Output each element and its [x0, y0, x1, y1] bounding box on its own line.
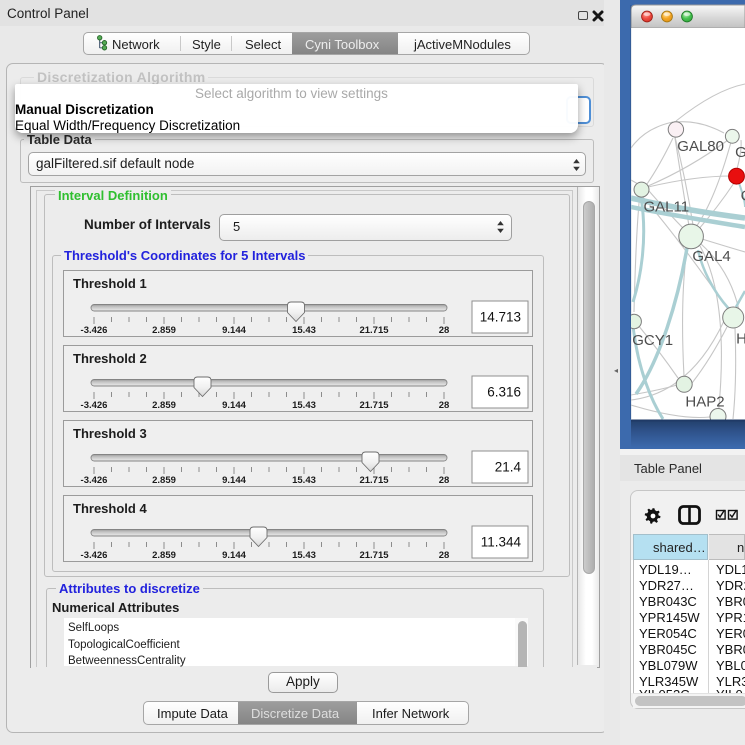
- svg-text:GAL4: GAL4: [692, 248, 730, 265]
- svg-text:C: C: [741, 188, 745, 205]
- svg-text:2.859: 2.859: [152, 475, 176, 486]
- svg-text:-3.426: -3.426: [81, 550, 108, 561]
- svg-text:15.43: 15.43: [292, 325, 316, 336]
- svg-text:-3.426: -3.426: [81, 400, 108, 411]
- svg-text:GCY1: GCY1: [632, 332, 673, 349]
- svg-text:GAL11: GAL11: [644, 199, 690, 216]
- svg-text:21.715: 21.715: [359, 325, 389, 336]
- svg-text:9.144: 9.144: [222, 400, 246, 411]
- svg-text:15.43: 15.43: [292, 550, 316, 561]
- svg-text:2.859: 2.859: [152, 400, 176, 411]
- svg-text:9.144: 9.144: [222, 475, 246, 486]
- svg-text:2.859: 2.859: [152, 550, 176, 561]
- svg-text:6.316: 6.316: [487, 385, 521, 400]
- svg-text:28: 28: [439, 400, 450, 411]
- svg-text:21.715: 21.715: [359, 475, 389, 486]
- svg-text:H: H: [736, 331, 745, 348]
- svg-text:15.43: 15.43: [292, 475, 316, 486]
- svg-text:21.715: 21.715: [359, 400, 389, 411]
- svg-text:21.4: 21.4: [495, 460, 522, 475]
- svg-text:2.859: 2.859: [152, 325, 176, 336]
- svg-text:11.344: 11.344: [481, 535, 522, 550]
- svg-text:28: 28: [439, 550, 450, 561]
- svg-text:21.715: 21.715: [359, 550, 389, 561]
- svg-text:9.144: 9.144: [222, 325, 246, 336]
- svg-text:28: 28: [439, 325, 450, 336]
- svg-text:-3.426: -3.426: [81, 475, 108, 486]
- svg-text:-3.426: -3.426: [81, 325, 108, 336]
- svg-text:14.713: 14.713: [480, 310, 521, 325]
- svg-text:GAL80: GAL80: [677, 138, 724, 155]
- svg-text:28: 28: [439, 475, 450, 486]
- svg-text:HAP2: HAP2: [685, 394, 724, 411]
- svg-text:9.144: 9.144: [222, 550, 246, 561]
- svg-text:15.43: 15.43: [292, 400, 316, 411]
- svg-text:GA: GA: [735, 144, 745, 161]
